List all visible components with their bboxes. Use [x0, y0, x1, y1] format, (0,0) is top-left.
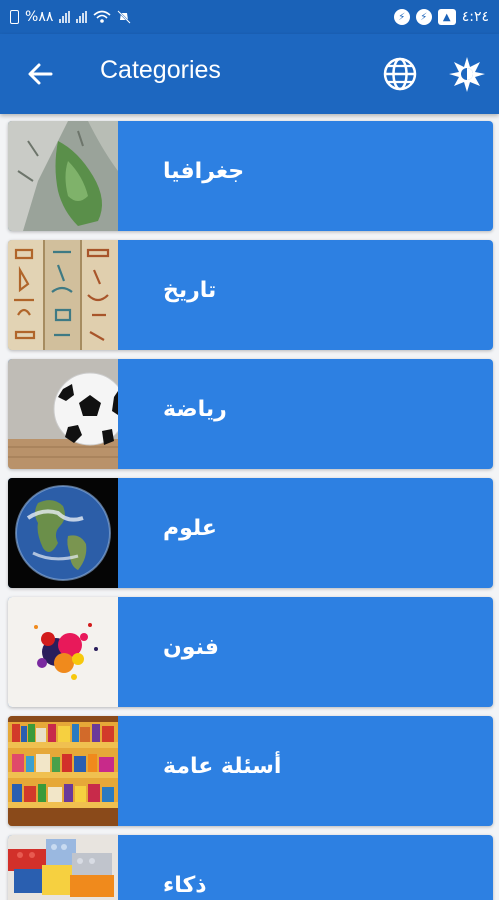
page-title: Categories — [100, 56, 221, 84]
battery-icon — [10, 10, 19, 24]
category-card-geography[interactable]: جغرافيا — [8, 121, 493, 231]
history-thumbnail — [8, 240, 118, 350]
geography-thumbnail — [8, 121, 118, 231]
status-right: ⚡ ⚡ ▲ ٤:٢٤ — [393, 9, 489, 25]
category-label: أسئلة عامة — [163, 754, 282, 779]
mute-icon — [117, 10, 132, 24]
clock: ٤:٢٤ — [461, 9, 489, 25]
messenger-2-icon: ⚡ — [415, 9, 432, 25]
science-thumbnail — [8, 478, 118, 588]
category-label: ذكاء — [163, 873, 207, 898]
gallery-icon: ▲ — [437, 9, 456, 25]
status-left: %٨٨ — [10, 9, 132, 25]
category-card-history[interactable]: تاريخ — [8, 240, 493, 350]
category-card-arts[interactable]: فنون — [8, 597, 493, 707]
wifi-icon — [93, 10, 111, 23]
sports-thumbnail — [8, 359, 118, 469]
signal-icon — [59, 11, 71, 23]
globe-icon[interactable] — [382, 56, 418, 92]
category-label: رياضة — [163, 397, 227, 422]
category-card-science[interactable]: علوم — [8, 478, 493, 588]
status-bar: %٨٨ ⚡ ⚡ ▲ ٤:٢٤ — [0, 0, 499, 34]
intelligence-thumbnail — [8, 835, 118, 900]
category-card-sports[interactable]: رياضة — [8, 359, 493, 469]
category-card-intelligence[interactable]: ذكاء — [8, 835, 493, 900]
general-questions-thumbnail — [8, 716, 118, 826]
messenger-icon: ⚡ — [393, 9, 410, 25]
category-label: جغرافيا — [163, 159, 245, 184]
brightness-icon[interactable] — [448, 55, 486, 93]
category-label: تاريخ — [163, 278, 217, 303]
category-label: علوم — [163, 516, 217, 541]
battery-percent: %٨٨ — [25, 9, 54, 25]
category-list[interactable]: جغرافيا تاريخ رياضة علوم فنون أسئلة عامة… — [0, 114, 499, 900]
category-label: فنون — [163, 635, 219, 660]
signal-2-icon — [76, 11, 88, 23]
category-card-general-questions[interactable]: أسئلة عامة — [8, 716, 493, 826]
app-bar: Categories — [0, 34, 499, 114]
arts-thumbnail — [8, 597, 118, 707]
back-arrow-icon[interactable] — [24, 58, 56, 90]
